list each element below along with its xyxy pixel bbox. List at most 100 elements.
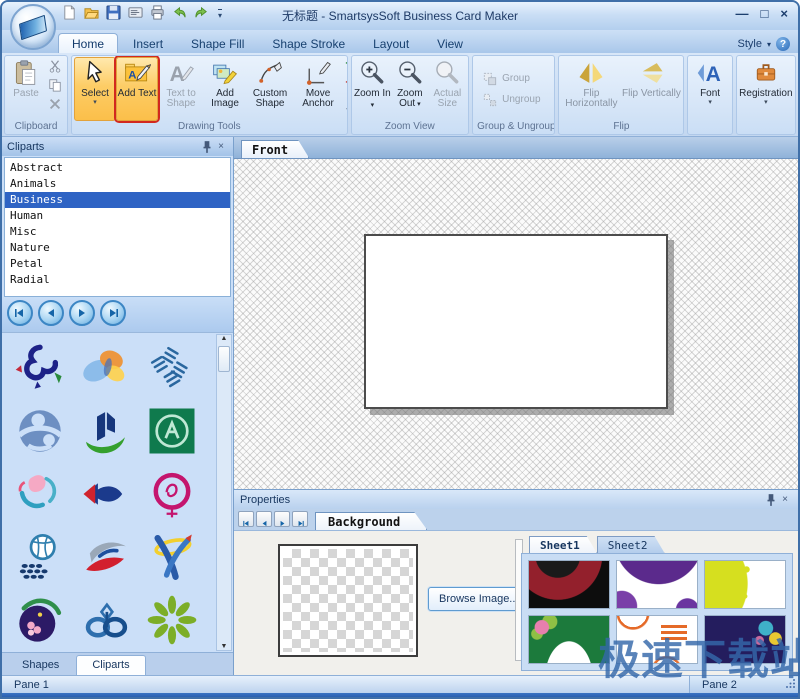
group-button[interactable]: Group <box>483 72 540 86</box>
clipart-item[interactable] <box>139 588 205 651</box>
flip-vertically-button[interactable]: Flip Vertically <box>621 57 681 121</box>
last-record-button[interactable] <box>292 511 308 527</box>
minimize-button[interactable]: — <box>736 6 749 22</box>
category-item-human[interactable]: Human <box>5 208 230 224</box>
actual-size-icon <box>433 59 461 87</box>
tab-home[interactable]: Home <box>58 33 118 53</box>
background-thumbnail-orange-arcs-stripes[interactable] <box>616 615 698 664</box>
resize-grip-icon[interactable] <box>786 678 796 691</box>
line-tool-button[interactable] <box>343 97 348 115</box>
tab-background[interactable]: Background <box>315 512 427 530</box>
h-swoosh-clipart <box>79 404 133 458</box>
clipart-scrollbar[interactable]: ▲ ▼ <box>216 334 232 651</box>
tab-sheet2[interactable]: Sheet2 <box>597 536 665 553</box>
clipart-item[interactable] <box>73 588 139 651</box>
next-page-button[interactable] <box>69 300 95 326</box>
background-thumbnail-black-red-arc[interactable] <box>528 560 610 609</box>
business-card[interactable] <box>364 234 668 409</box>
category-item-petal[interactable]: Petal <box>5 256 230 272</box>
panel-tab-shapes[interactable]: Shapes <box>7 656 74 675</box>
magenta-flower-clipart <box>145 467 199 521</box>
clipart-item[interactable] <box>139 336 205 399</box>
panel-tab-cliparts[interactable]: Cliparts <box>76 655 145 675</box>
copy-button[interactable] <box>46 78 64 96</box>
previous-record-button[interactable] <box>256 511 272 527</box>
clipart-item[interactable] <box>7 336 73 399</box>
close-icon[interactable]: × <box>214 140 228 154</box>
clipart-item[interactable] <box>7 651 73 652</box>
actual-size-button[interactable]: Actual Size <box>429 57 467 121</box>
background-thumbnail-navy-flower[interactable] <box>704 615 786 664</box>
category-item-animals[interactable]: Animals <box>5 176 230 192</box>
category-item-radial[interactable]: Radial <box>5 272 230 288</box>
application-menu-button[interactable] <box>10 4 56 50</box>
clipart-item[interactable] <box>7 588 73 651</box>
help-icon[interactable]: ? <box>776 37 790 51</box>
clipart-item[interactable] <box>7 462 73 525</box>
chevron-down-icon: ▾ <box>764 100 768 106</box>
background-thumbnail-yellow-splash[interactable] <box>704 560 786 609</box>
select-button[interactable]: Select▾ <box>74 57 116 121</box>
delete-anchor-button[interactable] <box>343 78 348 96</box>
tab-shape-stroke[interactable]: Shape Stroke <box>259 34 358 53</box>
category-item-abstract[interactable]: Abstract <box>5 160 230 176</box>
add-text-button[interactable]: AAdd Text <box>116 57 158 121</box>
tab-sheet1[interactable]: Sheet1 <box>529 536 597 553</box>
design-canvas[interactable] <box>234 158 798 489</box>
custom-shape-button[interactable]: Custom Shape <box>246 57 294 121</box>
scroll-down-icon[interactable]: ▼ <box>221 643 228 650</box>
clipart-item[interactable] <box>7 399 73 462</box>
canvas-tab-strip: Front <box>234 137 798 158</box>
category-item-nature[interactable]: Nature <box>5 240 230 256</box>
delete-button[interactable] <box>46 97 64 115</box>
style-menu[interactable]: Style ▾ ? <box>738 37 790 51</box>
line-icon <box>345 97 348 116</box>
clipart-item[interactable] <box>73 462 139 525</box>
font-button[interactable]: A Font ▾ <box>690 57 729 121</box>
last-page-button[interactable] <box>100 300 126 326</box>
clipart-item[interactable] <box>139 399 205 462</box>
previous-page-button[interactable] <box>38 300 64 326</box>
tab-layout[interactable]: Layout <box>360 34 422 53</box>
flip-horizontally-button[interactable]: Flip Horizontally <box>561 57 621 121</box>
clipart-item[interactable] <box>7 525 73 588</box>
close-button[interactable]: × <box>780 6 788 22</box>
clipart-item[interactable] <box>73 525 139 588</box>
background-thumbnail-purple-dots[interactable] <box>616 560 698 609</box>
registration-button[interactable]: Registration ▾ <box>739 57 793 121</box>
tab-view[interactable]: View <box>424 34 476 53</box>
next-record-button[interactable] <box>274 511 290 527</box>
background-thumbnail-green-wave-flower[interactable] <box>528 615 610 664</box>
pin-icon[interactable] <box>764 493 778 507</box>
tab-front[interactable]: Front <box>241 140 309 158</box>
clipart-item[interactable] <box>73 336 139 399</box>
ungroup-button[interactable]: Ungroup <box>483 93 540 107</box>
add-image-button[interactable]: Add Image <box>204 57 246 121</box>
canvas-area: Front <box>234 137 798 489</box>
properties-panel: Properties × Background Browse Image... <box>234 489 798 675</box>
clipart-item[interactable] <box>73 399 139 462</box>
maximize-button[interactable]: □ <box>761 6 769 22</box>
scroll-up-icon[interactable]: ▲ <box>221 335 228 342</box>
pin-icon[interactable] <box>200 140 214 154</box>
category-item-business[interactable]: Business <box>5 192 230 208</box>
cut-button[interactable] <box>46 59 64 77</box>
category-item-misc[interactable]: Misc <box>5 224 230 240</box>
zoom-in-button[interactable]: Zoom In ▾ <box>354 57 392 121</box>
tab-insert[interactable]: Insert <box>120 34 176 53</box>
close-icon[interactable]: × <box>778 493 792 507</box>
first-page-button[interactable] <box>7 300 33 326</box>
move-anchor-button[interactable]: Move Anchor <box>294 57 342 121</box>
paste-button[interactable]: Paste <box>7 57 45 121</box>
text-to-shape-button[interactable]: AText to Shape <box>158 57 204 121</box>
first-record-button[interactable] <box>238 511 254 527</box>
add-anchor-button[interactable] <box>343 59 348 77</box>
scrollbar-thumb[interactable] <box>218 346 230 372</box>
clipart-item[interactable] <box>139 462 205 525</box>
tab-shape-fill[interactable]: Shape Fill <box>178 34 257 53</box>
clipart-item[interactable]: B <box>139 651 205 652</box>
clipart-item[interactable] <box>139 525 205 588</box>
blue-loops-clipart <box>79 593 133 647</box>
zoom-out-button[interactable]: Zoom Out ▾ <box>391 57 429 121</box>
clipart-item[interactable] <box>73 651 139 652</box>
